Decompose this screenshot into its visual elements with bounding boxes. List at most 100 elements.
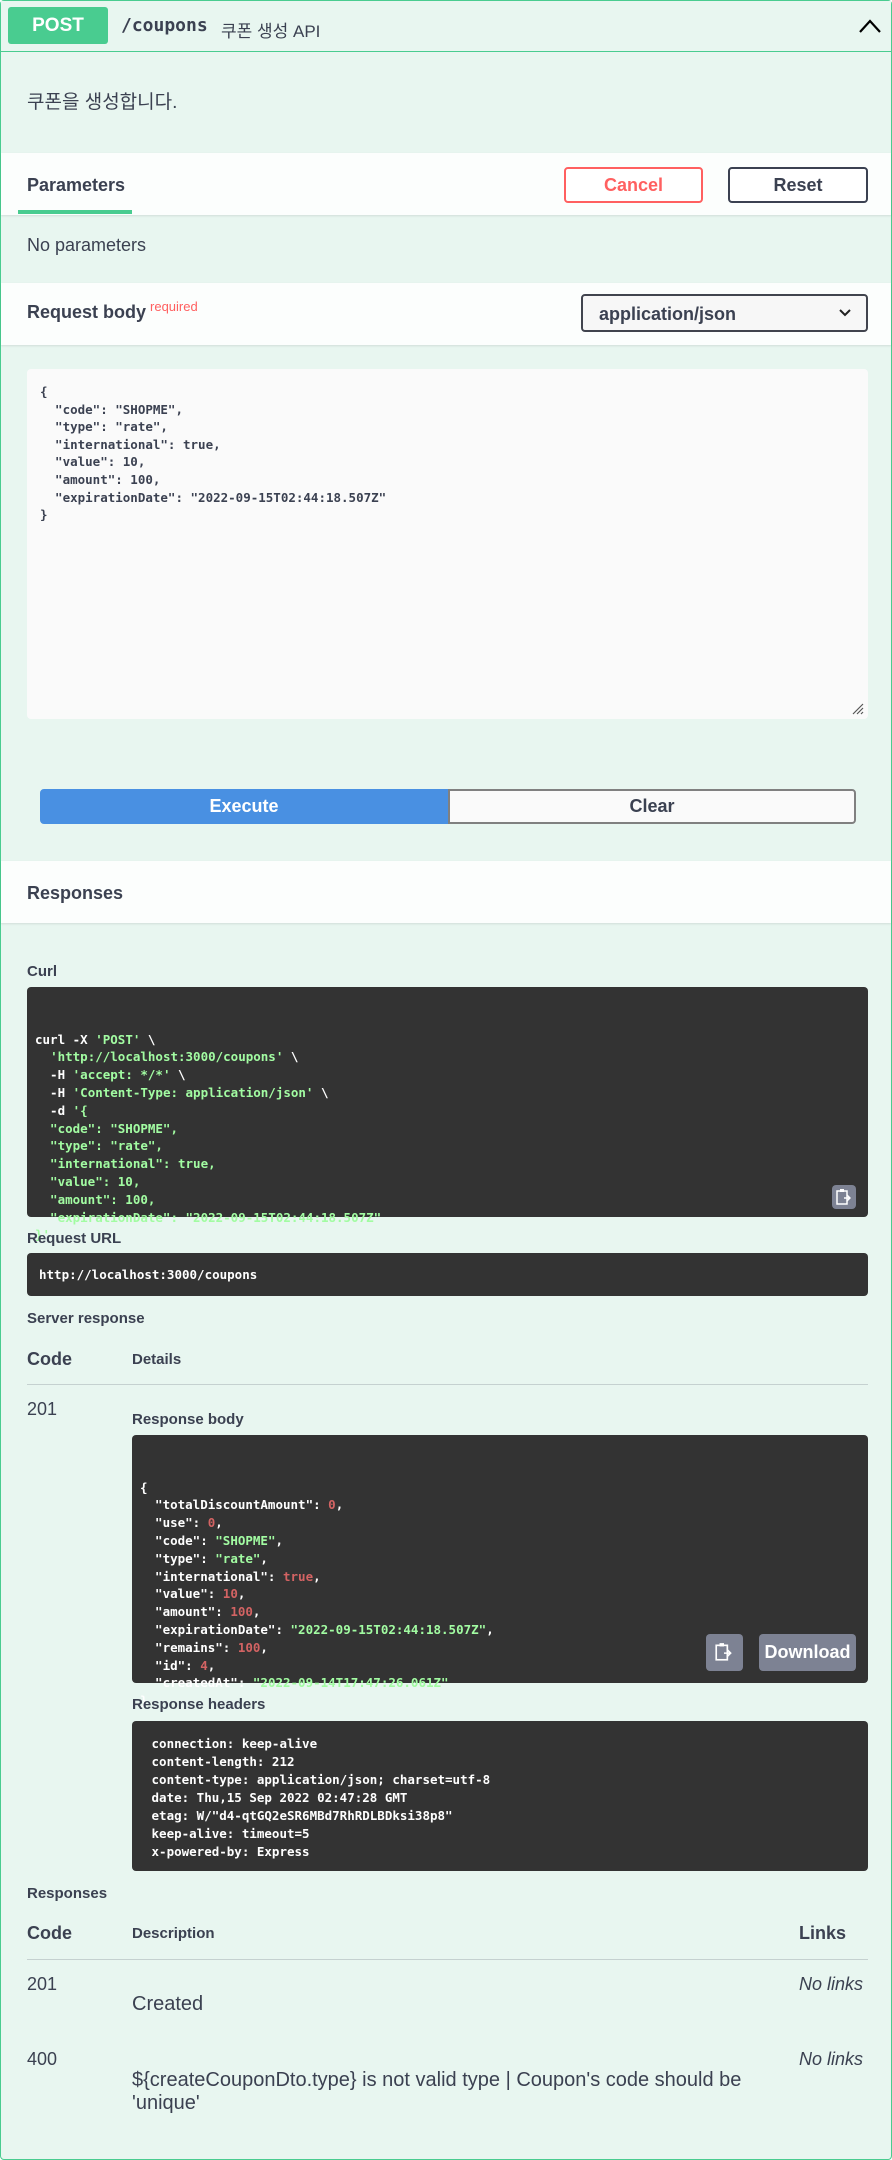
server-response-label: Server response (27, 1310, 145, 1327)
code-line: "expirationDate": "2022-09-15T02:44:18.5… (140, 1621, 860, 1639)
code-token: "2022-09-14T17:47:26.061Z" (252, 1675, 449, 1691)
operation-description: 쿠폰을 생성합니다. (27, 92, 178, 113)
code-token: { (140, 1479, 148, 1495)
endpoint-path: /coupons (121, 15, 208, 36)
code-token: 100 (237, 1639, 261, 1655)
code-token: , (275, 1532, 284, 1548)
code-line: "totalDiscountAmount": 0, (140, 1496, 860, 1514)
code-token: 'accept: */*' (72, 1067, 171, 1083)
copy-curl-button[interactable] (832, 1185, 856, 1209)
tab-parameters[interactable]: Parameters (27, 175, 125, 196)
clear-button[interactable]: Clear (448, 789, 856, 824)
code-line: "amount": 100, (35, 1191, 860, 1209)
opblock-summary[interactable]: POST /coupons 쿠폰 생성 API (1, 1, 891, 52)
endpoint-summary: 쿠폰 생성 API (221, 22, 321, 41)
code-token: , (207, 1657, 216, 1673)
code-token: , (335, 1497, 344, 1513)
code-column-header: Code (27, 1923, 72, 1943)
code-line: -H 'accept: */*' \ (35, 1066, 860, 1084)
code-token: '{ (72, 1102, 88, 1118)
code-line: "type": "rate", (140, 1550, 860, 1568)
responses-label: Responses (27, 1885, 108, 1902)
code-token: "createdAt": (140, 1675, 253, 1691)
code-line: "international": true, (140, 1568, 860, 1586)
response-body-lines: { "totalDiscountAmount": 0, "use": 0, "c… (140, 1479, 860, 1710)
code-token: \ (313, 1084, 329, 1100)
content-type-select[interactable]: application/json (581, 294, 868, 332)
code-token: -d (35, 1102, 73, 1118)
code-line: 'http://localhost:3000/coupons' \ (35, 1048, 860, 1066)
code-line: "id": 4, (140, 1657, 860, 1675)
code-token: "id": (140, 1657, 201, 1673)
code-token: "expirationDate": "2022-09-15T02:44:18.5… (35, 1209, 382, 1225)
code-token: , (260, 1550, 268, 1566)
code-token: , (260, 1639, 268, 1655)
curl-lines: curl -X 'POST' \ 'http://localhost:3000/… (35, 1031, 860, 1245)
resize-handle-icon[interactable] (850, 701, 864, 715)
chevron-up-icon[interactable] (857, 15, 883, 37)
reset-button[interactable]: Reset (728, 167, 868, 203)
code-token: 4 (200, 1657, 208, 1673)
request-body-label: Request body (27, 302, 147, 322)
response-row-code: 400 (27, 2049, 58, 2069)
code-token: -H (35, 1067, 73, 1083)
code-token: "international": true, (35, 1156, 216, 1172)
curl-label: Curl (27, 963, 57, 980)
request-body-title: Request body required (27, 299, 198, 323)
code-token: , (215, 1515, 223, 1531)
response-headers-label: Response headers (132, 1696, 266, 1713)
code-line: "value": 10, (35, 1173, 860, 1191)
tab-active-indicator (18, 210, 132, 214)
code-token: "amount": 100, (35, 1191, 156, 1207)
copy-response-button[interactable] (706, 1634, 743, 1671)
code-token: "value": 10, (35, 1173, 141, 1189)
code-line: curl -X 'POST' \ (35, 1031, 860, 1049)
code-token: 100 (230, 1604, 253, 1620)
response-row-code: 201 (27, 1974, 58, 1994)
code-token: , (252, 1604, 261, 1620)
code-line: "code": "SHOPME", (140, 1532, 860, 1550)
code-line: "type": "rate", (35, 1137, 860, 1155)
code-token: "type": (140, 1550, 216, 1566)
response-row-links: No links (799, 2049, 864, 2069)
divider (27, 1959, 868, 1960)
code-token: 'Content-Type: application/json' (72, 1084, 314, 1100)
response-body[interactable]: { "totalDiscountAmount": 0, "use": 0, "c… (132, 1435, 868, 1708)
content-type-value: application/json (599, 304, 737, 324)
code-line: "use": 0, (140, 1514, 860, 1532)
code-token: "SHOPME" (215, 1532, 276, 1548)
code-token: curl -X (35, 1031, 96, 1047)
request-url-value[interactable]: http://localhost:3000/coupons (27, 1253, 868, 1296)
code-token: 10 (222, 1586, 238, 1602)
code-token: -H (35, 1084, 73, 1100)
execute-button[interactable]: Execute (40, 789, 448, 824)
parameters-header: Parameters Cancel Reset (1, 153, 891, 215)
cancel-button[interactable]: Cancel (564, 167, 703, 203)
code-line: -d '{ (35, 1102, 860, 1120)
code-token: "totalDiscountAmount": (140, 1497, 329, 1513)
code-line: "code": "SHOPME", (35, 1120, 860, 1138)
code-token: , (237, 1586, 246, 1602)
download-button[interactable]: Download (759, 1634, 856, 1671)
http-method-badge: POST (8, 7, 108, 44)
description-column-header: Description (132, 1925, 215, 1942)
response-row-links: No links (799, 1974, 864, 1994)
request-body-editor[interactable]: { "code": "SHOPME", "type": "rate", "int… (27, 369, 868, 719)
response-headers[interactable]: connection: keep-alive content-length: 2… (132, 1721, 868, 1871)
code-token: "code": (140, 1532, 216, 1548)
code-token: 0 (328, 1497, 336, 1513)
chevron-down-icon (839, 309, 851, 317)
code-line: "value": 10, (140, 1585, 860, 1603)
links-column-header: Links (799, 1923, 847, 1943)
code-token: true (283, 1568, 314, 1584)
code-token: "rate" (215, 1550, 261, 1566)
code-line: "international": true, (35, 1155, 860, 1173)
divider (27, 1384, 868, 1385)
code-column-header: Code (27, 1349, 72, 1369)
code-line: { (140, 1479, 860, 1497)
curl-command[interactable]: curl -X 'POST' \ 'http://localhost:3000/… (27, 987, 868, 1242)
code-token: , (313, 1568, 321, 1584)
code-token: "use": (140, 1515, 208, 1531)
code-line: "expirationDate": "2022-09-15T02:44:18.5… (35, 1209, 860, 1227)
